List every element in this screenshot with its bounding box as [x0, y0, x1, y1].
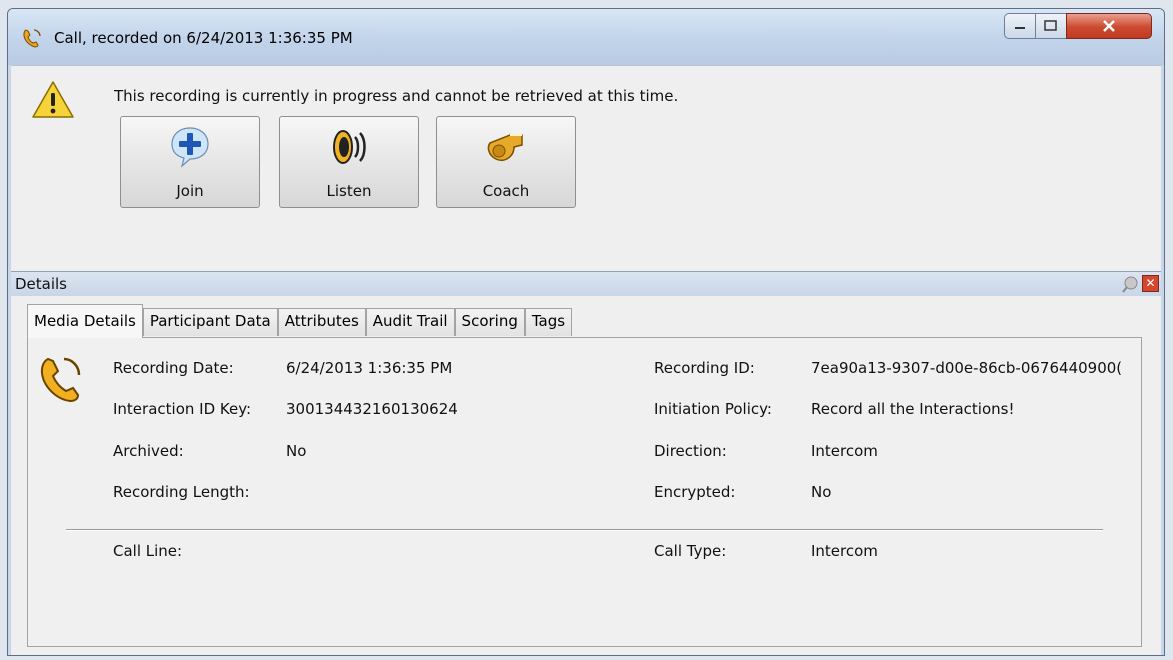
- close-button[interactable]: [1066, 13, 1152, 39]
- recording-date-value: 6/24/2013 1:36:35 PM: [286, 359, 453, 377]
- phone-icon: [23, 29, 41, 48]
- section-divider: [66, 529, 1103, 531]
- encrypted-value: No: [811, 483, 832, 501]
- details-close-button[interactable]: ✕: [1142, 275, 1159, 292]
- pin-icon[interactable]: [1121, 275, 1139, 293]
- call-recording-window: Call, recorded on 6/24/2013 1:36:35 PM T…: [7, 8, 1165, 656]
- join-plus-icon: [171, 127, 209, 168]
- archived-label: Archived:: [113, 442, 184, 460]
- speaker-icon: [333, 130, 366, 164]
- tab-attributes[interactable]: Attributes: [277, 308, 366, 336]
- tab-media-details[interactable]: Media Details: [27, 304, 143, 338]
- details-tabs: Media Details Participant Data Attribute…: [27, 304, 573, 338]
- tab-participant-data[interactable]: Participant Data: [142, 308, 278, 336]
- close-icon: [1103, 20, 1115, 32]
- window-title: Call, recorded on 6/24/2013 1:36:35 PM: [54, 29, 353, 47]
- warning-icon: [32, 81, 74, 118]
- initiation-policy-value: Record all the Interactions!: [811, 400, 1015, 418]
- direction-label: Direction:: [654, 442, 727, 460]
- coach-label: Coach: [482, 182, 530, 200]
- minimize-button[interactable]: [1004, 13, 1036, 39]
- direction-value: Intercom: [811, 442, 878, 460]
- encrypted-label: Encrypted:: [654, 483, 736, 501]
- recording-length-label: Recording Length:: [113, 483, 250, 501]
- details-panel: Media Details Participant Data Attribute…: [11, 296, 1161, 655]
- tab-audit-trail[interactable]: Audit Trail: [365, 308, 455, 336]
- interaction-id-label: Interaction ID Key:: [113, 400, 252, 418]
- whistle-icon: [487, 134, 523, 161]
- details-header: Details ✕: [11, 271, 1161, 297]
- call-type-label: Call Type:: [654, 542, 727, 560]
- close-icon: ✕: [1145, 276, 1156, 290]
- title-bar[interactable]: Call, recorded on 6/24/2013 1:36:35 PM: [8, 9, 1164, 65]
- interaction-id-value: 300134432160130624: [286, 400, 458, 418]
- tab-scoring[interactable]: Scoring: [454, 308, 525, 336]
- minimize-icon: [1015, 27, 1025, 29]
- listen-button[interactable]: Listen: [279, 116, 419, 208]
- phone-icon: [40, 357, 81, 403]
- notice-panel: This recording is currently in progress …: [11, 65, 1161, 272]
- listen-label: Listen: [326, 182, 372, 200]
- media-details-content: Recording Date: 6/24/2013 1:36:35 PM Int…: [27, 337, 1142, 647]
- coach-button[interactable]: Coach: [436, 116, 576, 208]
- details-title: Details: [15, 275, 68, 293]
- notice-message: This recording is currently in progress …: [114, 87, 679, 105]
- archived-value: No: [286, 442, 307, 460]
- maximize-icon: [1044, 20, 1057, 31]
- recording-date-label: Recording Date:: [113, 359, 234, 377]
- recording-id-value: 7ea90a13-9307-d00e-86cb-0676440900(: [811, 359, 1123, 377]
- call-type-value: Intercom: [811, 542, 878, 560]
- call-line-label: Call Line:: [113, 542, 183, 560]
- tab-tags[interactable]: Tags: [524, 308, 573, 336]
- initiation-policy-label: Initiation Policy:: [654, 400, 772, 418]
- maximize-button[interactable]: [1035, 13, 1067, 39]
- join-button[interactable]: Join: [120, 116, 260, 208]
- recording-id-label: Recording ID:: [654, 359, 755, 377]
- join-label: Join: [176, 182, 204, 200]
